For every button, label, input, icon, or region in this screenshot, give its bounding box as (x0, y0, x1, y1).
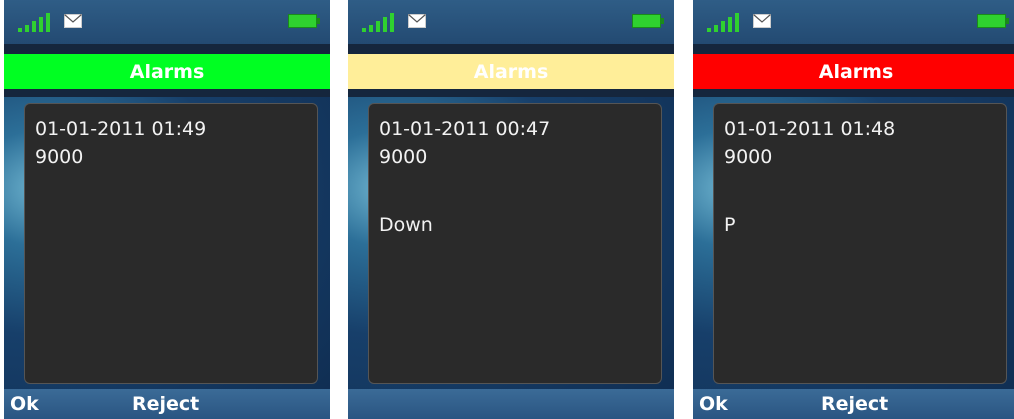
alarm-header-bar: Alarms (348, 54, 674, 89)
phone-screen-3: Alarms 01-01-2011 01:48 9000 P Ok Reject (693, 0, 1014, 419)
alarm-message-panel: 01-01-2011 00:47 9000 Down (368, 103, 662, 384)
separator (693, 44, 1014, 54)
header-title: Alarms (818, 60, 894, 83)
reject-softkey[interactable]: Reject (821, 393, 888, 415)
separator (4, 44, 330, 54)
status-bar (348, 0, 674, 44)
envelope-icon (753, 14, 771, 28)
alarm-number: 9000 (724, 146, 773, 168)
phone-screen-1: Alarms 01-01-2011 01:49 9000 Ok Reject (4, 0, 330, 419)
reject-softkey[interactable]: Reject (132, 393, 199, 415)
alarm-number: 9000 (379, 146, 428, 168)
alarm-message-panel: 01-01-2011 01:49 9000 (24, 103, 318, 384)
envelope-icon (64, 14, 82, 28)
envelope-icon (408, 14, 426, 28)
battery-icon (632, 14, 664, 28)
separator (693, 89, 1014, 97)
alarm-header-bar: Alarms (693, 54, 1014, 89)
alarm-header-bar: Alarms (4, 54, 330, 89)
signal-icon (18, 13, 50, 32)
ok-softkey[interactable]: Ok (10, 393, 39, 415)
separator (4, 89, 330, 97)
alarm-datetime: 01-01-2011 01:49 (35, 118, 207, 140)
status-bar (693, 0, 1014, 44)
alarm-message-panel: 01-01-2011 01:48 9000 P (713, 103, 1007, 384)
header-title: Alarms (129, 60, 205, 83)
ok-softkey[interactable]: Ok (699, 393, 728, 415)
alarm-number: 9000 (35, 146, 84, 168)
alarm-text: Down (379, 214, 433, 236)
softkey-bar: Ok Reject (4, 389, 330, 419)
softkey-bar: Ok Reject (693, 389, 1014, 419)
status-bar (4, 0, 330, 44)
alarm-datetime: 01-01-2011 00:47 (379, 118, 551, 140)
battery-icon (288, 14, 320, 28)
header-title: Alarms (473, 60, 549, 83)
alarm-datetime: 01-01-2011 01:48 (724, 118, 896, 140)
battery-icon (977, 14, 1009, 28)
separator (348, 89, 674, 97)
signal-icon (707, 13, 739, 32)
alarm-text: P (724, 214, 736, 236)
phone-screen-2: Alarms 01-01-2011 00:47 9000 Down (348, 0, 674, 419)
separator (348, 44, 674, 54)
softkey-bar (348, 389, 674, 419)
signal-icon (362, 13, 394, 32)
